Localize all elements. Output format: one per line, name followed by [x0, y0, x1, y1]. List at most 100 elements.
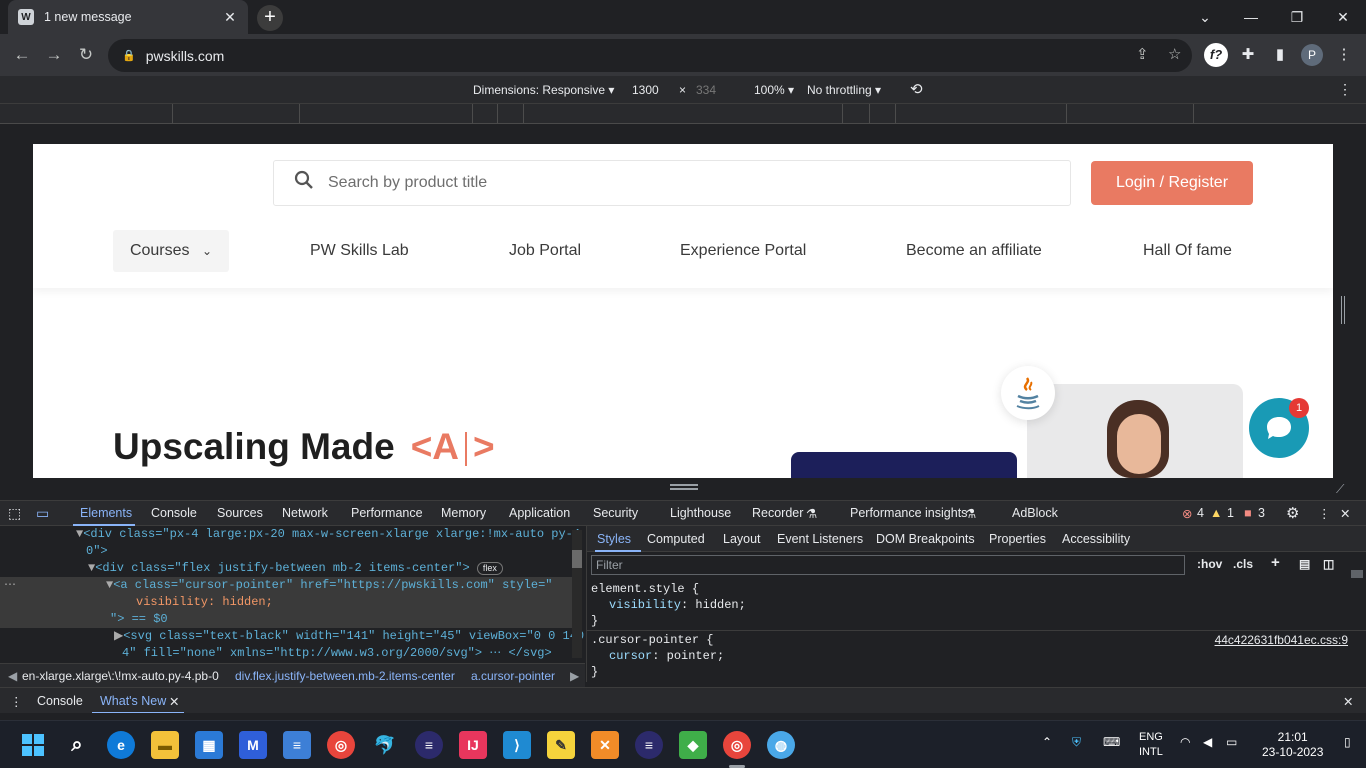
breadcrumb-item[interactable]: a.cursor-pointer	[471, 669, 555, 683]
toggle-sidebar-icon[interactable]: ◫	[1323, 557, 1334, 571]
close-drawer-icon[interactable]: ✕	[1343, 694, 1353, 709]
reload-icon[interactable]: ↻	[74, 43, 98, 67]
device-menu-icon[interactable]: ⋮	[1338, 81, 1352, 98]
nav-become-affiliate[interactable]: Become an affiliate	[906, 230, 1042, 272]
breadcrumb-item[interactable]: en-xlarge.xlarge\:\!mx-auto.py-4.pb-0	[22, 669, 219, 683]
issue-count[interactable]: 3	[1258, 506, 1265, 520]
crumb-right-arrow[interactable]: ▶	[570, 669, 579, 683]
notepad-icon[interactable]: ≡	[283, 731, 311, 759]
kebab-menu-icon[interactable]: ⋮	[1332, 43, 1356, 67]
new-tab-button[interactable]: +	[257, 5, 283, 31]
tab-security[interactable]: Security	[593, 506, 638, 520]
close-devtools-icon[interactable]: ✕	[1340, 506, 1350, 521]
close-whats-new-icon[interactable]: ✕	[169, 694, 179, 709]
network-app-icon[interactable]: ◍	[767, 731, 795, 759]
nav-hall-of-fame[interactable]: Hall Of fame	[1143, 230, 1232, 272]
input-language[interactable]: ENG INTL	[1139, 730, 1163, 760]
browser-tab[interactable]: W 1 new message ✕	[8, 0, 248, 34]
drawer-tab-console[interactable]: Console	[37, 694, 83, 708]
extension-fx-icon[interactable]: f?	[1204, 43, 1228, 67]
wifi-icon[interactable]: ◠	[1180, 735, 1190, 749]
notifications-icon[interactable]: ▯	[1344, 735, 1351, 749]
chrome-icon[interactable]: ◎	[327, 731, 355, 759]
chrome-active-icon[interactable]: ◎	[723, 731, 751, 759]
side-panel-icon[interactable]: ▮	[1268, 43, 1292, 67]
settings-gear-icon[interactable]: ⚙	[1286, 504, 1299, 522]
drawer-menu-icon[interactable]: ⋮	[10, 694, 23, 709]
nav-job-portal[interactable]: Job Portal	[509, 230, 581, 272]
tab-memory[interactable]: Memory	[441, 506, 486, 520]
corner-resize-icon[interactable]: ⟋	[1336, 482, 1344, 497]
viewport-resize-handle[interactable]	[1341, 296, 1345, 324]
keyboard-icon[interactable]: ⌨	[1103, 735, 1120, 749]
chat-widget-button[interactable]: 1	[1249, 398, 1309, 458]
close-window-button[interactable]: ✕	[1320, 0, 1366, 34]
nav-pw-skills-lab[interactable]: PW Skills Lab	[310, 230, 409, 272]
tab-accessibility[interactable]: Accessibility	[1062, 532, 1130, 546]
bookmark-star-icon[interactable]: ☆	[1168, 45, 1181, 63]
rule-declaration[interactable]: visibility: hidden;	[609, 597, 746, 613]
tab-elements[interactable]: Elements	[80, 506, 132, 520]
tab-lighthouse[interactable]: Lighthouse	[670, 506, 731, 520]
login-register-button[interactable]: Login / Register	[1091, 161, 1253, 205]
tab-console[interactable]: Console	[151, 506, 197, 520]
dimensions-select[interactable]: Dimensions: Responsive ▾	[473, 83, 614, 97]
dom-node-a-selected[interactable]: ⋯ ▼<a class="cursor-pointer" href="https:…	[0, 577, 572, 594]
nav-courses[interactable]: Courses ⌄	[113, 230, 229, 272]
security-shield-icon[interactable]: ⛨	[1072, 735, 1081, 750]
tab-properties[interactable]: Properties	[989, 532, 1046, 546]
tab-application[interactable]: Application	[509, 506, 570, 520]
devtools-resize-handle[interactable]	[670, 484, 698, 490]
stylesheet-source-link[interactable]: 44c422631fb041ec.css:9	[1215, 633, 1348, 647]
intellij-icon[interactable]: IJ	[459, 731, 487, 759]
back-icon[interactable]: ←	[10, 43, 34, 67]
drawer-tab-whats-new[interactable]: What's New	[100, 694, 166, 708]
cls-toggle[interactable]: .cls	[1233, 557, 1253, 571]
throttling-select[interactable]: No throttling ▾	[807, 83, 881, 97]
devtools-menu-icon[interactable]: ⋮	[1318, 506, 1331, 521]
app-m-icon[interactable]: M	[239, 731, 267, 759]
volume-icon[interactable]: ◀	[1203, 735, 1212, 749]
restore-button[interactable]: ❐	[1274, 0, 1320, 34]
rule-selector-cursor-pointer[interactable]: .cursor-pointer {	[591, 632, 713, 648]
search-box[interactable]	[273, 160, 1071, 206]
tab-computed[interactable]: Computed	[647, 532, 705, 546]
tab-event-listeners[interactable]: Event Listeners	[777, 532, 863, 546]
tab-search-chevron-icon[interactable]: ⌄	[1182, 0, 1228, 34]
git-icon[interactable]: ◆	[679, 731, 707, 759]
media-query-ruler[interactable]	[0, 104, 1366, 124]
device-toggle-icon[interactable]: ▭	[36, 505, 49, 522]
dom-node-div-container[interactable]: ▼<div class="px-4 large:px-20 max-w-scre…	[76, 526, 585, 543]
dolphin-app-icon[interactable]: 🐬	[371, 731, 399, 759]
xampp-icon[interactable]: ✕	[591, 731, 619, 759]
dom-node-svg[interactable]: ▶<svg class="text-black" width="141" hei…	[114, 628, 585, 645]
tab-dom-breakpoints[interactable]: DOM Breakpoints	[876, 532, 975, 546]
styles-filter-input[interactable]	[591, 555, 1185, 575]
tab-sources[interactable]: Sources	[217, 506, 263, 520]
tab-layout[interactable]: Layout	[723, 532, 761, 546]
dom-node-div-flex[interactable]: ▼<div class="flex justify-between mb-2 i…	[88, 560, 503, 577]
search-icon[interactable]: ⌕	[63, 731, 91, 759]
tab-adblock[interactable]: AdBlock	[1012, 506, 1058, 520]
flex-badge[interactable]: flex	[476, 562, 503, 575]
system-clock[interactable]: 21:01 23-10-2023	[1262, 730, 1323, 760]
tab-network[interactable]: Network	[282, 506, 328, 520]
file-explorer-icon[interactable]: ▬	[151, 731, 179, 759]
battery-icon[interactable]: ▭	[1226, 735, 1237, 749]
rule-selector-element-style[interactable]: element.style {	[591, 581, 699, 597]
tab-performance[interactable]: Performance	[351, 506, 423, 520]
forward-icon[interactable]: →	[42, 43, 66, 67]
search-input[interactable]	[328, 174, 1028, 192]
width-input[interactable]: 1300	[632, 83, 659, 97]
address-bar[interactable]: 🔒 pwskills.com ⇪ ☆	[108, 39, 1192, 72]
elements-scrollbar[interactable]	[572, 530, 582, 658]
rotate-icon[interactable]: ⟲	[910, 80, 923, 98]
edge-icon[interactable]: e	[107, 731, 135, 759]
add-rule-icon[interactable]: +	[1271, 554, 1280, 571]
paint-icon[interactable]: ▤	[1299, 557, 1310, 571]
breadcrumb-item[interactable]: div.flex.justify-between.mb-2.items-cent…	[235, 669, 455, 683]
store-icon[interactable]: ▦	[195, 731, 223, 759]
windows-start-icon[interactable]	[19, 731, 47, 759]
show-hidden-icons-chevron[interactable]: ⌃	[1042, 735, 1052, 749]
minimize-button[interactable]: —	[1228, 0, 1274, 34]
